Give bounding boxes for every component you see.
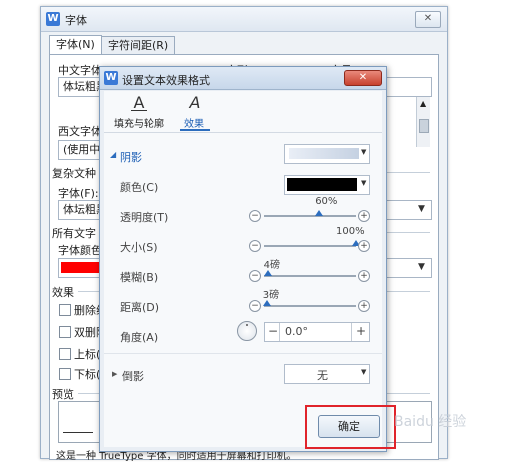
reflection-select[interactable]: 无 ▼ (284, 364, 370, 384)
superscript-label: 上标( (74, 348, 101, 361)
double-strikethrough-checkbox[interactable] (59, 326, 71, 338)
shadow-section-label[interactable]: 阴影 (120, 149, 142, 165)
decrease-size-button[interactable]: − (249, 240, 261, 252)
divider (104, 132, 382, 133)
text-effect-dialog: W 设置文本效果格式 ✕ A 填充与轮廓 A 效果 ◢ 阴影 ▼ 颜色(C) ▼ (99, 66, 387, 452)
close-button[interactable]: ✕ (415, 11, 441, 28)
font-dialog-titlebar: W 字体 ✕ (41, 7, 447, 32)
shadow-color-select[interactable]: ▼ (284, 175, 370, 195)
blur-slider-track[interactable] (264, 275, 356, 277)
tab-effects[interactable]: A 效果 (178, 95, 212, 131)
chevron-down-icon[interactable]: ▼ (418, 204, 425, 214)
size-slider-track[interactable] (264, 245, 356, 247)
text-fill-icon: A (133, 93, 145, 112)
distance-slider-track[interactable] (264, 305, 356, 307)
chevron-down-icon: ▼ (361, 148, 367, 156)
divider (351, 323, 352, 341)
font-color-label: 字体颜色 (58, 244, 102, 257)
expand-triangle-icon[interactable]: ◢ (110, 150, 116, 159)
highlight-annotation (305, 405, 396, 449)
distance-value: 3磅 (262, 290, 280, 301)
blur-label: 模糊(B) (120, 271, 159, 284)
tab-fill-outline-label: 填充与轮廓 (114, 119, 164, 130)
angle-dial[interactable] (237, 321, 257, 341)
western-font-label: 西文字体 (58, 125, 102, 138)
transparency-slider-track[interactable] (264, 215, 356, 217)
transparency-label: 透明度(T) (120, 211, 169, 224)
increase-distance-button[interactable]: + (358, 300, 370, 312)
transparency-value: 60% (315, 196, 338, 207)
decrease-transparency-button[interactable]: − (249, 210, 261, 222)
size-value: 100% (336, 226, 365, 237)
wps-logo-icon: W (104, 71, 118, 85)
close-icon: ✕ (358, 72, 368, 83)
scroll-thumb[interactable] (419, 119, 429, 133)
watermark-text: Baidu 经验 (394, 414, 467, 430)
text-effect-dialog-title: 设置文本效果格式 (122, 74, 210, 87)
effects-section-label: 效果 (52, 286, 74, 299)
increase-transparency-button[interactable]: + (358, 210, 370, 222)
subscript-label: 下标( (74, 368, 101, 381)
close-icon: ✕ (423, 13, 433, 24)
close-button[interactable]: ✕ (344, 70, 382, 86)
size-label: 大小(S) (120, 241, 158, 254)
tab-effects-label: 效果 (184, 119, 204, 130)
chevron-down-icon: ▼ (361, 368, 367, 376)
text-effect-icon: A (189, 93, 201, 112)
increase-size-button[interactable]: + (358, 240, 370, 252)
chevron-down-icon[interactable]: ▼ (418, 262, 425, 272)
size-list-scrollbar[interactable]: ▲ (416, 97, 430, 147)
text-effect-pane: A 填充与轮廓 A 效果 ◢ 阴影 ▼ 颜色(C) ▼ 透明度(T) − 60%… (104, 91, 382, 447)
subscript-checkbox[interactable] (59, 368, 71, 380)
divider (279, 323, 280, 341)
decrease-distance-button[interactable]: − (249, 300, 261, 312)
decrease-blur-button[interactable]: − (249, 270, 261, 282)
shadow-preset-preview (289, 148, 359, 159)
baidu-jingyan-watermark: Baidu 经验 (394, 415, 506, 443)
preview-baseline (63, 432, 93, 433)
angle-stepper[interactable]: − 0.0° + (264, 322, 370, 342)
complex-font-label: 字体(F): (58, 187, 99, 200)
scroll-up-icon: ▲ (420, 99, 427, 108)
blur-value: 4磅 (263, 260, 281, 271)
all-text-section-label: 所有文字 (52, 227, 96, 240)
tab-font[interactable]: 字体(N) (49, 35, 102, 55)
text-effect-dialog-titlebar: W 设置文本效果格式 ✕ (100, 67, 386, 90)
angle-dial-marker (246, 324, 248, 326)
increase-blur-button[interactable]: + (358, 270, 370, 282)
collapsed-triangle-icon[interactable]: ▶ (112, 370, 117, 378)
reflection-section-label[interactable]: 倒影 (122, 368, 144, 384)
font-color-swatch (61, 262, 103, 273)
font-dialog-title: 字体 (65, 14, 87, 27)
reflection-value: 无 (317, 369, 328, 382)
complex-section-label: 复杂文种 (52, 167, 96, 180)
tab-fill-outline[interactable]: A 填充与轮廓 (110, 93, 170, 131)
shadow-color-label: 颜色(C) (120, 181, 159, 194)
distance-label: 距离(D) (120, 301, 160, 314)
increment-icon[interactable]: + (356, 323, 366, 340)
shadow-color-swatch (287, 178, 357, 191)
angle-value[interactable]: 0.0° (285, 325, 308, 338)
strikethrough-checkbox[interactable] (59, 304, 71, 316)
decrement-icon[interactable]: − (268, 323, 278, 340)
tab-char-spacing[interactable]: 字符间距(R) (101, 36, 176, 55)
text-fill-icon-underline (131, 110, 147, 111)
divider (104, 353, 382, 354)
chevron-down-icon: ▼ (361, 179, 367, 187)
active-tab-indicator (180, 129, 210, 131)
wps-logo-icon: W (46, 12, 60, 26)
superscript-checkbox[interactable] (59, 348, 71, 360)
shadow-preset-select[interactable]: ▼ (284, 144, 370, 164)
angle-label: 角度(A) (120, 331, 159, 344)
preview-section-label: 预览 (52, 388, 74, 401)
transparency-slider-thumb[interactable] (315, 210, 324, 216)
